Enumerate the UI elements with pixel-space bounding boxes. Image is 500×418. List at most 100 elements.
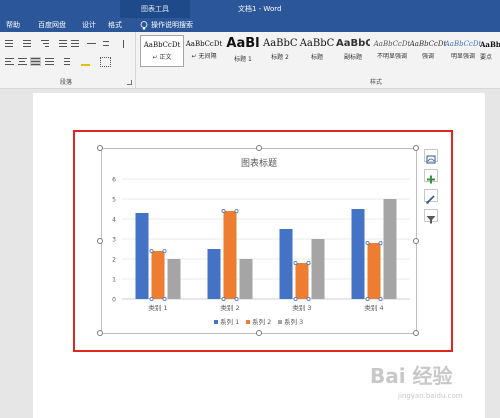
paragraph-dialog-launcher-icon[interactable] <box>127 80 132 85</box>
numbering-icon[interactable] <box>22 39 33 48</box>
selection-handle[interactable] <box>234 209 239 214</box>
bar[interactable] <box>151 251 165 299</box>
y-tick-label: 4 <box>112 217 116 224</box>
legend[interactable]: 系列 1 系列 2 系列 3 <box>214 317 303 326</box>
line-spacing-icon[interactable] <box>60 57 71 66</box>
selection-handle[interactable] <box>365 241 370 246</box>
plot-area[interactable] <box>135 199 397 301</box>
selection-handle[interactable] <box>293 261 298 266</box>
chart-object[interactable]: 图表标题 0123456 类别 1 类别 2 类别 3 类别 4 系列 1 系列 2 系列… <box>101 148 417 334</box>
selection-handle[interactable] <box>234 296 239 301</box>
legend-label: 系列 2 <box>252 317 271 326</box>
y-tick-label: 3 <box>112 237 116 244</box>
watermark-url: jingyan.baidu.com <box>398 392 463 400</box>
chart-elements-button[interactable] <box>424 169 438 184</box>
y-tick-label: 0 <box>112 297 116 304</box>
bar[interactable] <box>135 213 149 299</box>
style-title[interactable]: AaBbC 标题 <box>299 35 335 65</box>
bar[interactable] <box>279 229 293 299</box>
selection-handle[interactable] <box>221 296 226 301</box>
align-center-icon[interactable] <box>17 57 28 66</box>
bar[interactable] <box>351 209 365 299</box>
selection-handle[interactable] <box>378 241 383 246</box>
selection-handle[interactable] <box>306 261 311 266</box>
justify-icon[interactable] <box>30 57 41 66</box>
chart-tools-contextual-label: 图表工具 <box>120 0 190 18</box>
lightbulb-icon <box>140 20 148 29</box>
chart-title[interactable]: 图表标题 <box>241 157 277 169</box>
distributed-icon[interactable] <box>44 57 55 66</box>
paragraph-group-label: 段落 <box>60 79 73 86</box>
x-tick-label: 类别 2 <box>220 303 239 312</box>
styles-group-label: 样式 <box>370 79 383 86</box>
multilevel-list-icon[interactable] <box>40 39 51 48</box>
chart-style-icon <box>426 195 435 204</box>
selection-handle[interactable] <box>149 296 154 301</box>
tab-help[interactable]: 帮助 <box>6 18 20 32</box>
selection-handle[interactable] <box>221 209 226 214</box>
bar[interactable] <box>207 249 221 299</box>
selection-handle[interactable] <box>306 296 311 301</box>
x-tick-label: 类别 3 <box>292 303 311 312</box>
add-element-icon <box>427 175 435 184</box>
sort-icon[interactable] <box>102 39 113 48</box>
tell-me-search[interactable]: 操作说明搜索 <box>140 18 193 32</box>
chart-filters-button[interactable] <box>424 209 438 224</box>
style-intense-emphasis[interactable]: AaBbCcDt 明显强调 <box>444 35 482 65</box>
resize-handle-left[interactable] <box>97 238 103 244</box>
resize-handle-bottom-right[interactable] <box>413 330 419 336</box>
chart-layout-button[interactable] <box>424 149 438 164</box>
selection-handle[interactable] <box>293 296 298 301</box>
bullets-icon[interactable] <box>4 39 15 48</box>
resize-handle-top-right[interactable] <box>413 145 419 151</box>
bar[interactable] <box>239 259 253 299</box>
bar[interactable] <box>295 263 309 299</box>
selection-handle[interactable] <box>162 249 167 254</box>
asian-layout-icon[interactable] <box>86 39 97 48</box>
style-no-spacing[interactable]: AaBbCcDt ↵ 无间隔 <box>183 35 225 65</box>
increase-indent-icon[interactable] <box>70 39 81 48</box>
selection-handle[interactable] <box>365 296 370 301</box>
tell-me-label: 操作说明搜索 <box>151 21 193 29</box>
borders-icon[interactable] <box>100 57 111 67</box>
chart-styles-button[interactable] <box>424 189 438 204</box>
paragraph-group: 段落 <box>0 32 136 88</box>
selection-handle[interactable] <box>162 296 167 301</box>
gridlines <box>122 178 410 300</box>
show-marks-icon[interactable] <box>118 39 129 48</box>
resize-handle-bottom-left[interactable] <box>97 330 103 336</box>
y-tick-label: 6 <box>112 177 116 184</box>
style-subtle-emphasis[interactable]: AaBbCcDt 不明显强调 <box>371 35 413 65</box>
x-tick-label: 类别 1 <box>148 303 167 312</box>
ribbon-home: 段落 AaBbCcDt ↵ 正文 AaBbCcDt ↵ 无间隔 AaBl 标题 … <box>0 32 500 89</box>
ribbon-tabs: 帮助 百度网盘 设计 格式 操作说明搜索 <box>0 18 500 32</box>
style-strong[interactable]: AaBbCcDt 要点 <box>480 35 500 65</box>
resize-handle-right[interactable] <box>413 238 419 244</box>
style-heading-2[interactable]: AaBbC 标题 2 <box>263 35 297 65</box>
align-left-icon[interactable] <box>4 57 15 66</box>
shading-icon[interactable] <box>80 57 91 66</box>
style-normal[interactable]: AaBbCcDt ↵ 正文 <box>140 35 184 67</box>
decrease-indent-icon[interactable] <box>58 39 69 48</box>
tab-design[interactable]: 设计 <box>82 18 96 32</box>
bar[interactable] <box>311 239 325 299</box>
bar[interactable] <box>367 243 381 299</box>
bar[interactable] <box>223 211 237 299</box>
selection-handle[interactable] <box>378 296 383 301</box>
resize-handle-top-left[interactable] <box>97 145 103 151</box>
y-tick-label: 2 <box>112 257 116 264</box>
resize-handle-top[interactable] <box>256 145 262 151</box>
resize-handle-bottom[interactable] <box>256 330 262 336</box>
bar[interactable] <box>383 199 397 299</box>
tab-format[interactable]: 格式 <box>108 18 122 32</box>
y-tick-label: 5 <box>112 197 116 204</box>
style-emphasis[interactable]: AaBbCcDt 强调 <box>409 35 447 65</box>
tab-baidu-netdisk[interactable]: 百度网盘 <box>38 18 66 32</box>
watermark-logo: Bai 经验 <box>370 364 453 388</box>
style-subtitle[interactable]: AaBbC 副标题 <box>336 35 370 65</box>
chart-svg: 图表标题 0123456 类别 1 类别 2 类别 3 类别 4 系列 1 系列 2 系列… <box>112 157 410 326</box>
selection-handle[interactable] <box>149 249 154 254</box>
legend-swatch <box>214 320 218 324</box>
bar[interactable] <box>167 259 181 299</box>
style-heading-1[interactable]: AaBl 标题 1 <box>225 35 261 65</box>
